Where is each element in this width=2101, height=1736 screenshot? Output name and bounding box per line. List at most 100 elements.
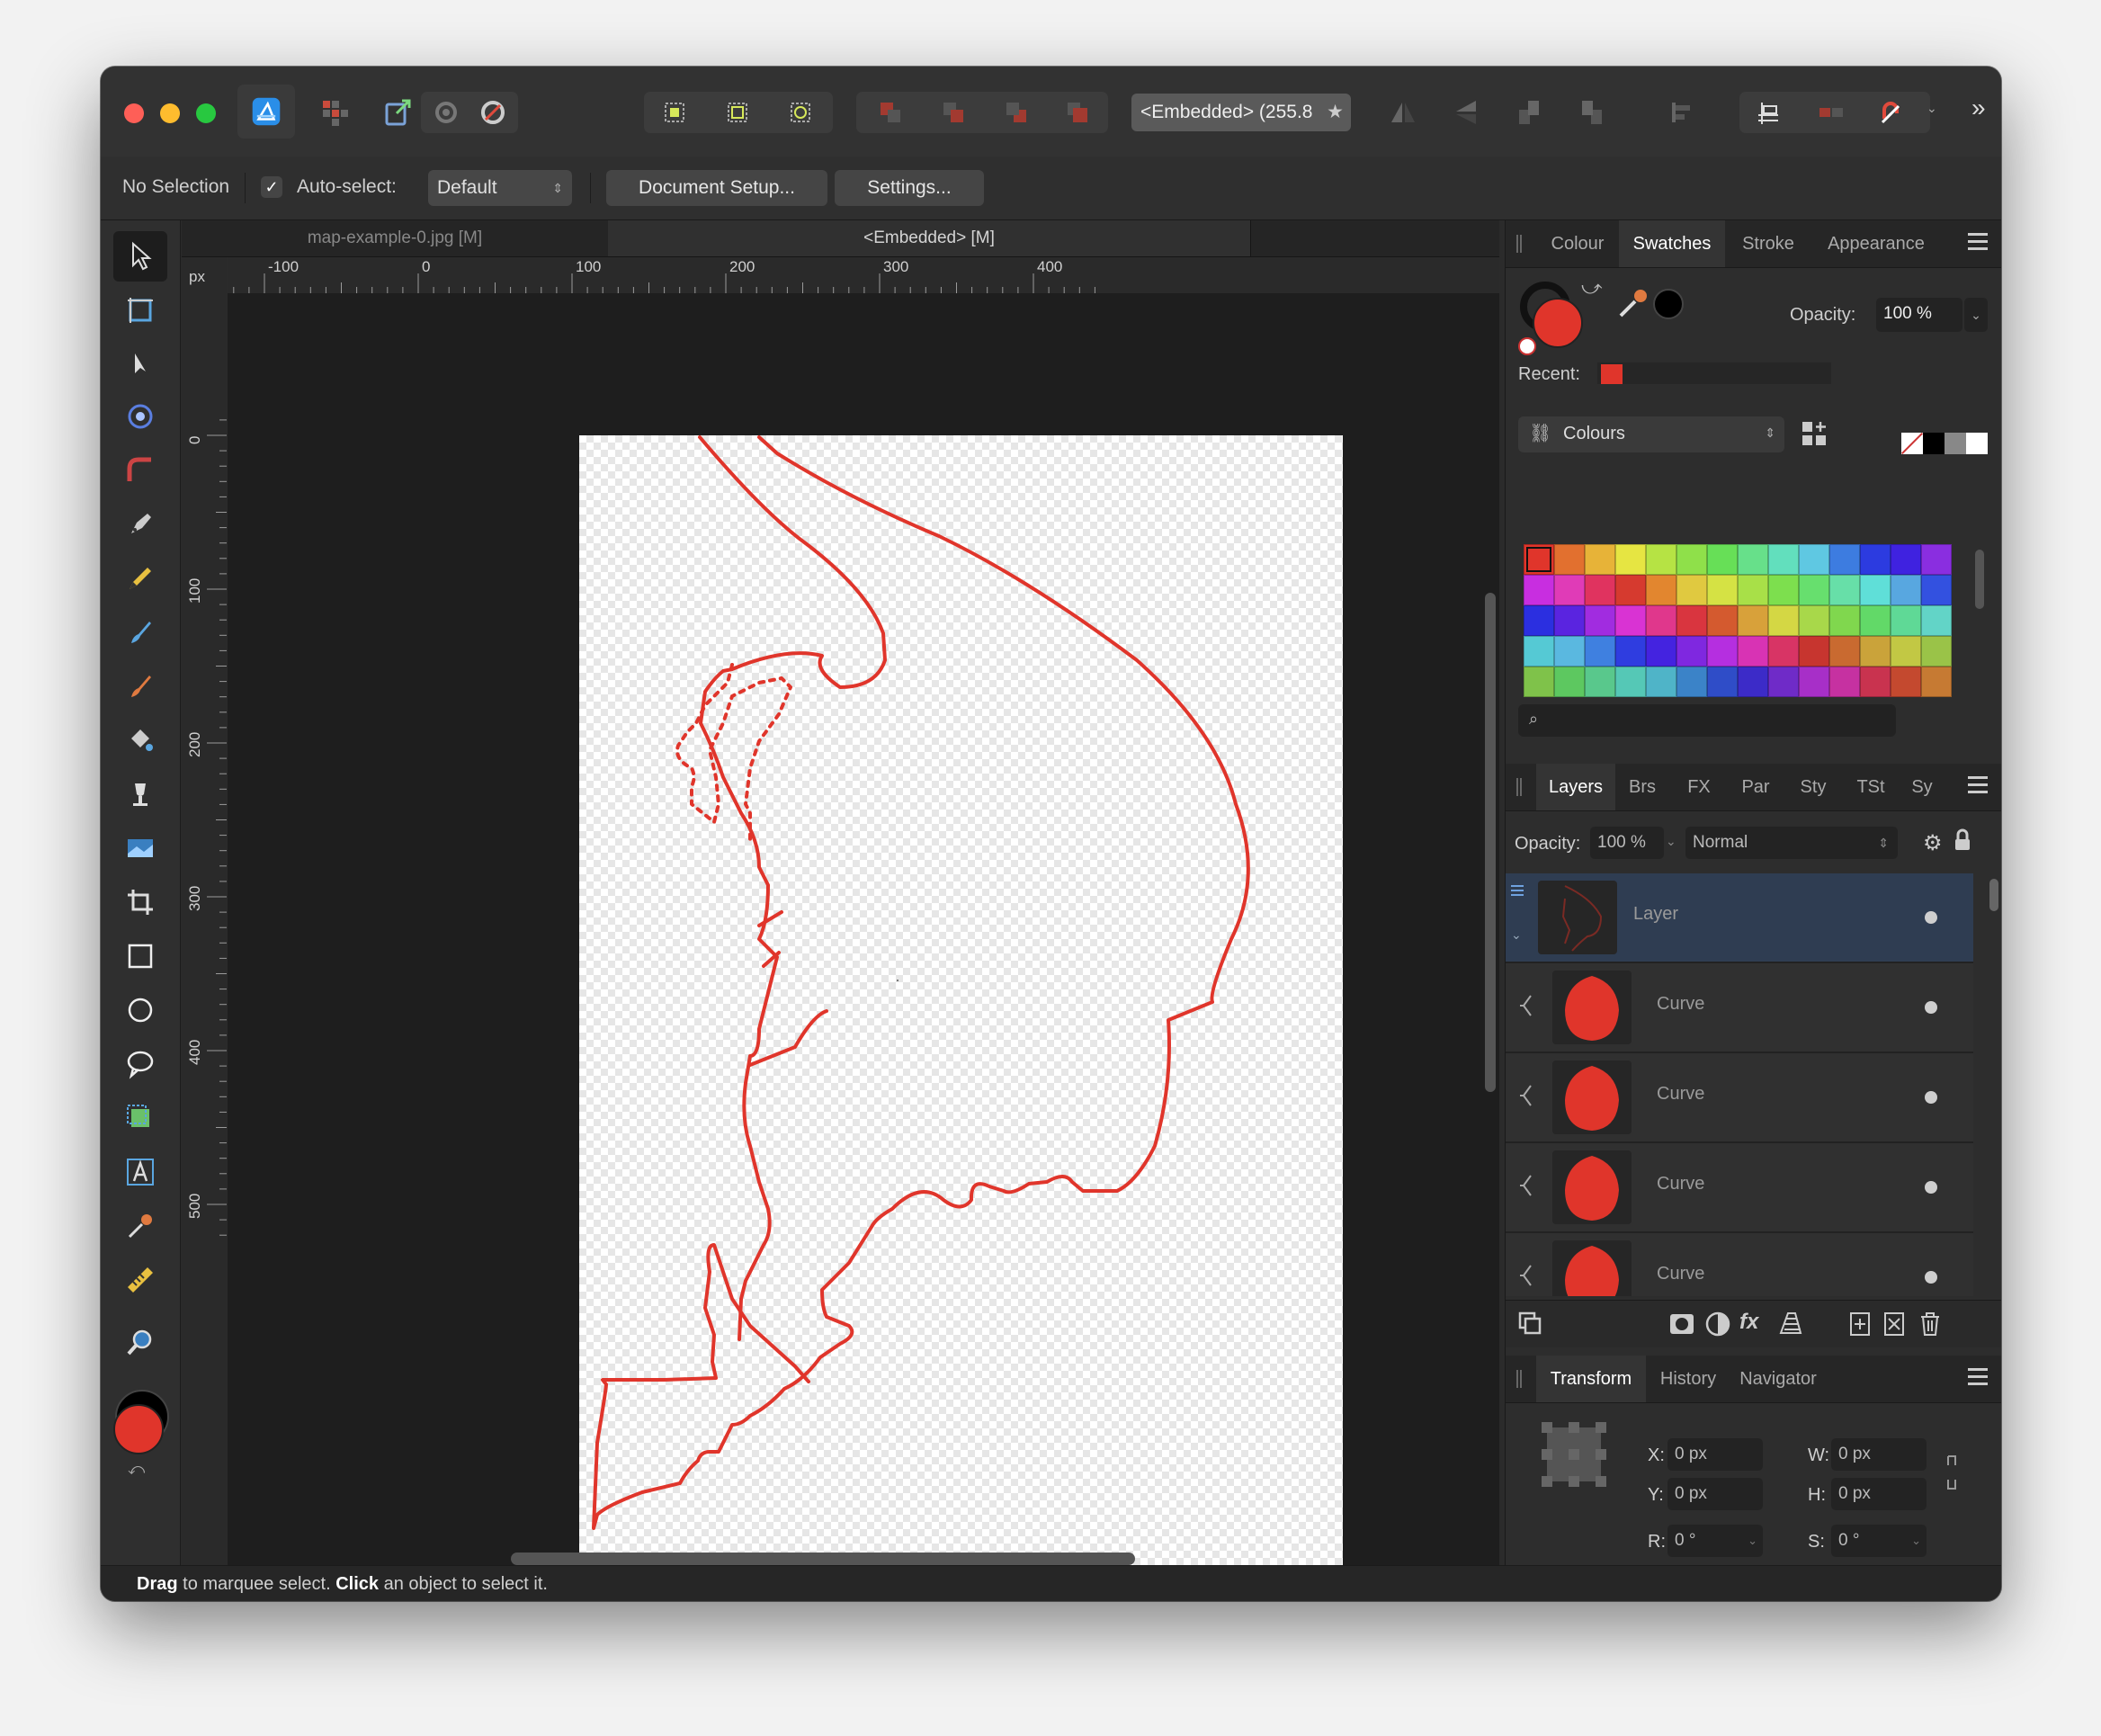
layer-row[interactable]: ⌄ Layer <box>1506 873 1973 963</box>
tab-appearance[interactable]: Appearance <box>1811 220 1941 267</box>
color-swatch[interactable] <box>1646 667 1676 697</box>
auto-select-checkbox[interactable]: ✓ <box>261 176 282 198</box>
fill-color-well[interactable] <box>113 1404 164 1454</box>
color-swatch[interactable] <box>1676 544 1707 575</box>
color-swatch[interactable] <box>1554 605 1585 636</box>
opacity-field[interactable]: 100 % <box>1876 298 1962 332</box>
flip-vertical-icon[interactable] <box>1441 92 1491 133</box>
more-tools-icon[interactable]: » <box>1971 94 1986 122</box>
move-to-back-icon[interactable] <box>865 92 916 133</box>
swatch-search-input[interactable]: ⌕ <box>1518 704 1896 737</box>
color-swatch[interactable] <box>1585 575 1615 605</box>
fill-swatch[interactable] <box>1533 298 1583 348</box>
color-swatch[interactable] <box>1738 667 1768 697</box>
point-transform-tool-icon[interactable] <box>113 391 167 442</box>
vertical-scrollbar[interactable] <box>1485 593 1496 1092</box>
pencil-tool-icon[interactable] <box>113 553 167 604</box>
rotation-field[interactable]: 0 ° ⌄ <box>1667 1525 1763 1557</box>
speech-bubble-tool-icon[interactable] <box>113 1039 167 1089</box>
zoom-window-button[interactable] <box>196 103 216 123</box>
inner-curve[interactable] <box>698 435 887 1341</box>
pixel-persona-icon[interactable] <box>309 92 360 133</box>
layer-fx-icon[interactable]: fx <box>1739 1310 1768 1338</box>
no-color-swatch[interactable] <box>1901 433 1923 454</box>
color-swatch[interactable] <box>1738 544 1768 575</box>
lock-aspect-ratio-icon[interactable] <box>1945 1453 1959 1492</box>
color-swatch[interactable] <box>1615 575 1646 605</box>
swap-colors-icon[interactable]: ⤺ <box>128 1460 145 1479</box>
move-tool-icon[interactable] <box>113 231 167 282</box>
rotate-left-icon[interactable] <box>1504 92 1554 133</box>
color-swatch[interactable] <box>1585 544 1615 575</box>
tab-stroke[interactable]: Stroke <box>1725 220 1811 267</box>
canvas-area[interactable] <box>228 293 1499 1601</box>
lock-icon[interactable] <box>1953 828 1971 852</box>
panel-grip-icon[interactable] <box>1516 1370 1522 1388</box>
document-setup-button[interactable]: Document Setup... <box>606 170 827 206</box>
color-swatch[interactable] <box>1921 575 1952 605</box>
palette-dropdown[interactable]: ⛓ Colours ⇕ <box>1518 416 1784 452</box>
tab-history[interactable]: History <box>1646 1356 1730 1402</box>
close-window-button[interactable] <box>124 103 144 123</box>
color-swatch[interactable] <box>1554 544 1585 575</box>
tab-par[interactable]: Par <box>1727 764 1784 810</box>
arrange-layers-icon[interactable] <box>1516 1310 1545 1338</box>
color-swatch[interactable] <box>1676 667 1707 697</box>
ellipse-tool-icon[interactable] <box>113 985 167 1035</box>
swap-colors-icon[interactable]: ⤻ <box>1581 276 1603 300</box>
color-swatch[interactable] <box>1829 575 1860 605</box>
add-pixel-layer-icon[interactable] <box>1846 1310 1874 1338</box>
color-swatch[interactable] <box>1738 636 1768 667</box>
blend-mode-dropdown[interactable]: Normal ⇕ <box>1685 827 1898 859</box>
color-swatch[interactable] <box>1554 667 1585 697</box>
color-swatch[interactable] <box>1860 667 1891 697</box>
tab-sty[interactable]: Sty <box>1784 764 1842 810</box>
eyedropper-icon[interactable] <box>1615 285 1651 321</box>
crop-tool-icon[interactable] <box>113 877 167 927</box>
color-swatch[interactable] <box>1738 605 1768 636</box>
color-swatch[interactable] <box>1646 544 1676 575</box>
color-swatch[interactable] <box>1676 575 1707 605</box>
grid-snap-icon[interactable] <box>1743 92 1793 133</box>
mask-layer-icon[interactable] <box>1667 1310 1696 1338</box>
vector-brush-tool-icon[interactable] <box>113 607 167 658</box>
force-pixel-align-icon[interactable] <box>1806 92 1856 133</box>
node-tool-icon[interactable] <box>113 339 167 389</box>
pen-tool-icon[interactable] <box>113 499 167 550</box>
selection-box-icon[interactable] <box>712 92 763 133</box>
visibility-dot-icon[interactable] <box>1925 1001 1937 1014</box>
transparency-tool-icon[interactable] <box>113 769 167 819</box>
color-swatch[interactable] <box>1615 605 1646 636</box>
tab-embedded[interactable]: <Embedded> [M] <box>608 220 1251 256</box>
tab-tst[interactable]: TSt <box>1842 764 1900 810</box>
expand-chevron-icon[interactable]: ⌄ <box>1511 927 1522 943</box>
move-forward-one-icon[interactable] <box>991 92 1042 133</box>
color-swatch[interactable] <box>1768 575 1799 605</box>
chevron-down-icon[interactable]: ⌄ <box>1927 101 1937 116</box>
color-swatch[interactable] <box>1524 605 1554 636</box>
swatch-scrollbar[interactable] <box>1975 550 1984 609</box>
export-persona-icon[interactable] <box>372 92 423 133</box>
rotate-right-icon[interactable] <box>1567 92 1617 133</box>
x-field[interactable]: 0 px <box>1667 1438 1763 1471</box>
move-back-one-icon[interactable] <box>928 92 979 133</box>
color-swatch[interactable] <box>1615 544 1646 575</box>
paint-brush-tool-icon[interactable] <box>113 661 167 711</box>
color-picker-tool-icon[interactable] <box>113 1201 167 1251</box>
tab-swatches[interactable]: Swatches <box>1619 220 1725 267</box>
color-swatch[interactable] <box>1829 544 1860 575</box>
tab-map-example[interactable]: map-example-0.jpg [M] <box>182 220 609 256</box>
color-swatch[interactable] <box>1921 605 1952 636</box>
gear-icon[interactable]: ⚙ <box>1923 830 1943 856</box>
flip-horizontal-icon[interactable] <box>1378 92 1428 133</box>
color-swatch[interactable] <box>1921 544 1952 575</box>
picked-color-swatch[interactable] <box>1653 289 1684 319</box>
tab-colour[interactable]: Colour <box>1536 220 1619 267</box>
color-swatch[interactable] <box>1799 667 1829 697</box>
tab-transform[interactable]: Transform <box>1536 1356 1646 1402</box>
color-swatch[interactable] <box>1768 636 1799 667</box>
color-swatch[interactable] <box>1860 544 1891 575</box>
color-swatch[interactable] <box>1891 636 1921 667</box>
color-swatch[interactable] <box>1921 667 1952 697</box>
palette-options-icon[interactable] <box>1801 420 1829 449</box>
